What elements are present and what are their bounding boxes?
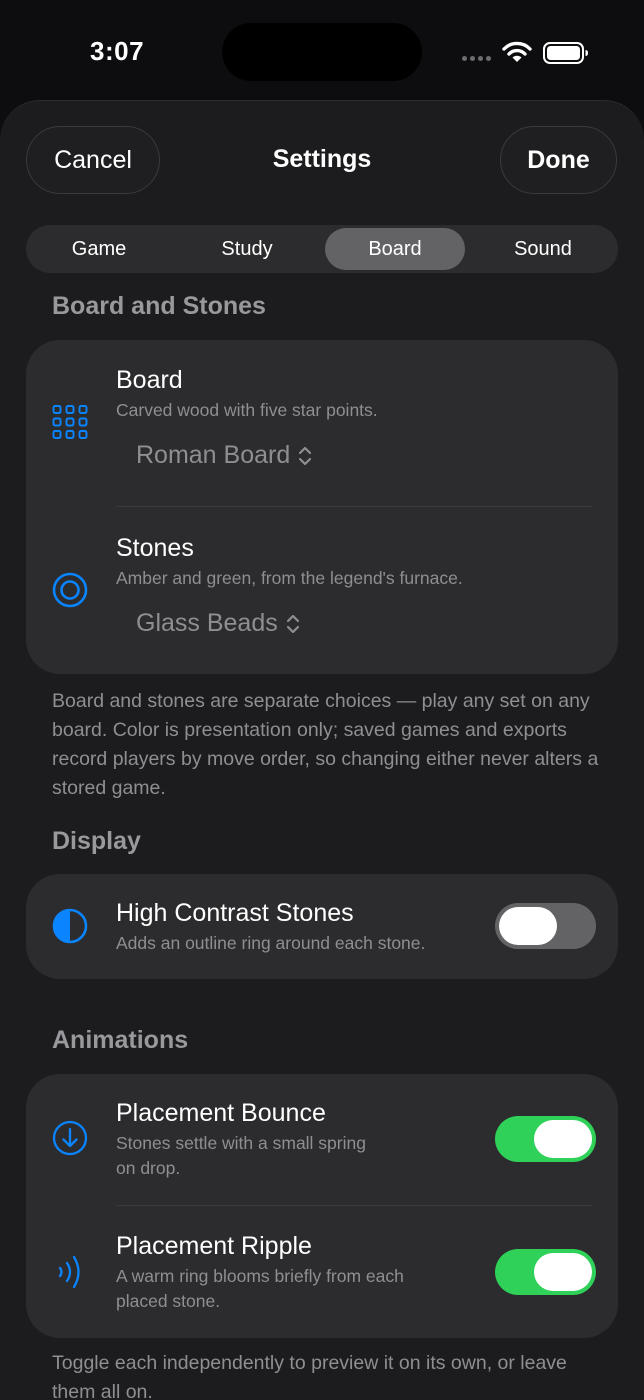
- settings-tab-control: Game Study Board Sound: [26, 225, 618, 273]
- toggle-knob: [534, 1253, 592, 1291]
- section-title-animations: Animations: [52, 1026, 189, 1054]
- high-contrast-title: High Contrast Stones: [116, 899, 354, 927]
- placement-bounce-toggle[interactable]: [495, 1116, 596, 1162]
- placement-bounce-subtitle-line2: on drop.: [116, 1158, 181, 1178]
- settings-sheet: Cancel Settings Done Game Study Board So…: [0, 100, 644, 1400]
- stones-row-title: Stones: [116, 534, 194, 562]
- animations-group: Placement Bounce Stones settle with a sm…: [26, 1074, 618, 1338]
- status-time: 3:07: [90, 36, 145, 66]
- section-title-board-stones: Board and Stones: [52, 292, 266, 320]
- placement-bounce-title: Placement Bounce: [116, 1099, 326, 1127]
- battery-icon: [543, 42, 588, 64]
- grid-icon: [52, 404, 88, 440]
- tab-game[interactable]: Game: [29, 228, 169, 270]
- board-picker[interactable]: Roman Board: [136, 441, 312, 470]
- board-row-subtitle: Carved wood with five star points.: [116, 400, 378, 420]
- stones-picker-value: Glass Beads: [136, 609, 278, 637]
- status-bar: 3:07: [0, 0, 644, 100]
- board-row-title: Board: [116, 366, 183, 394]
- chevron-up-down-icon: [299, 446, 312, 465]
- placement-ripple-title: Placement Ripple: [116, 1232, 312, 1260]
- animations-footnote: Toggle each independently to preview it …: [52, 1352, 567, 1400]
- placement-ripple-toggle[interactable]: [495, 1249, 596, 1295]
- cellular-signal-icon: [462, 56, 491, 61]
- toggle-knob: [499, 907, 557, 945]
- toggle-knob: [534, 1120, 592, 1158]
- chevron-up-down-icon: [286, 614, 299, 633]
- high-contrast-toggle[interactable]: [495, 903, 596, 949]
- stones-row-subtitle: Amber and green, from the legend's furna…: [116, 568, 463, 588]
- wifi-icon: [502, 41, 532, 62]
- target-circle-icon: [52, 572, 88, 608]
- tab-study[interactable]: Study: [177, 228, 317, 270]
- contrast-icon: [52, 908, 88, 944]
- placement-bounce-subtitle-line1: Stones settle with a small spring: [116, 1133, 366, 1153]
- display-group: High Contrast Stones Adds an outline rin…: [26, 874, 618, 979]
- arrow-down-circle-icon: [52, 1120, 88, 1156]
- board-picker-value: Roman Board: [136, 441, 291, 469]
- placement-ripple-subtitle-line1: A warm ring blooms briefly from each: [116, 1266, 404, 1286]
- ripple-waves-icon: [52, 1254, 88, 1290]
- placement-ripple-subtitle-line2: placed stone.: [116, 1291, 221, 1311]
- dynamic-island: [222, 23, 422, 81]
- tab-sound[interactable]: Sound: [473, 228, 613, 270]
- divider: [116, 1205, 592, 1206]
- board-stones-group: Board Carved wood with five star points.…: [26, 340, 618, 674]
- tab-board[interactable]: Board: [325, 228, 465, 270]
- board-stones-footnote: Board and stones are separate choices — …: [52, 690, 599, 799]
- divider: [116, 506, 592, 507]
- high-contrast-subtitle: Adds an outline ring around each stone.: [116, 933, 426, 953]
- done-button[interactable]: Done: [500, 126, 617, 194]
- section-title-display: Display: [52, 827, 141, 855]
- stones-picker[interactable]: Glass Beads: [136, 609, 300, 638]
